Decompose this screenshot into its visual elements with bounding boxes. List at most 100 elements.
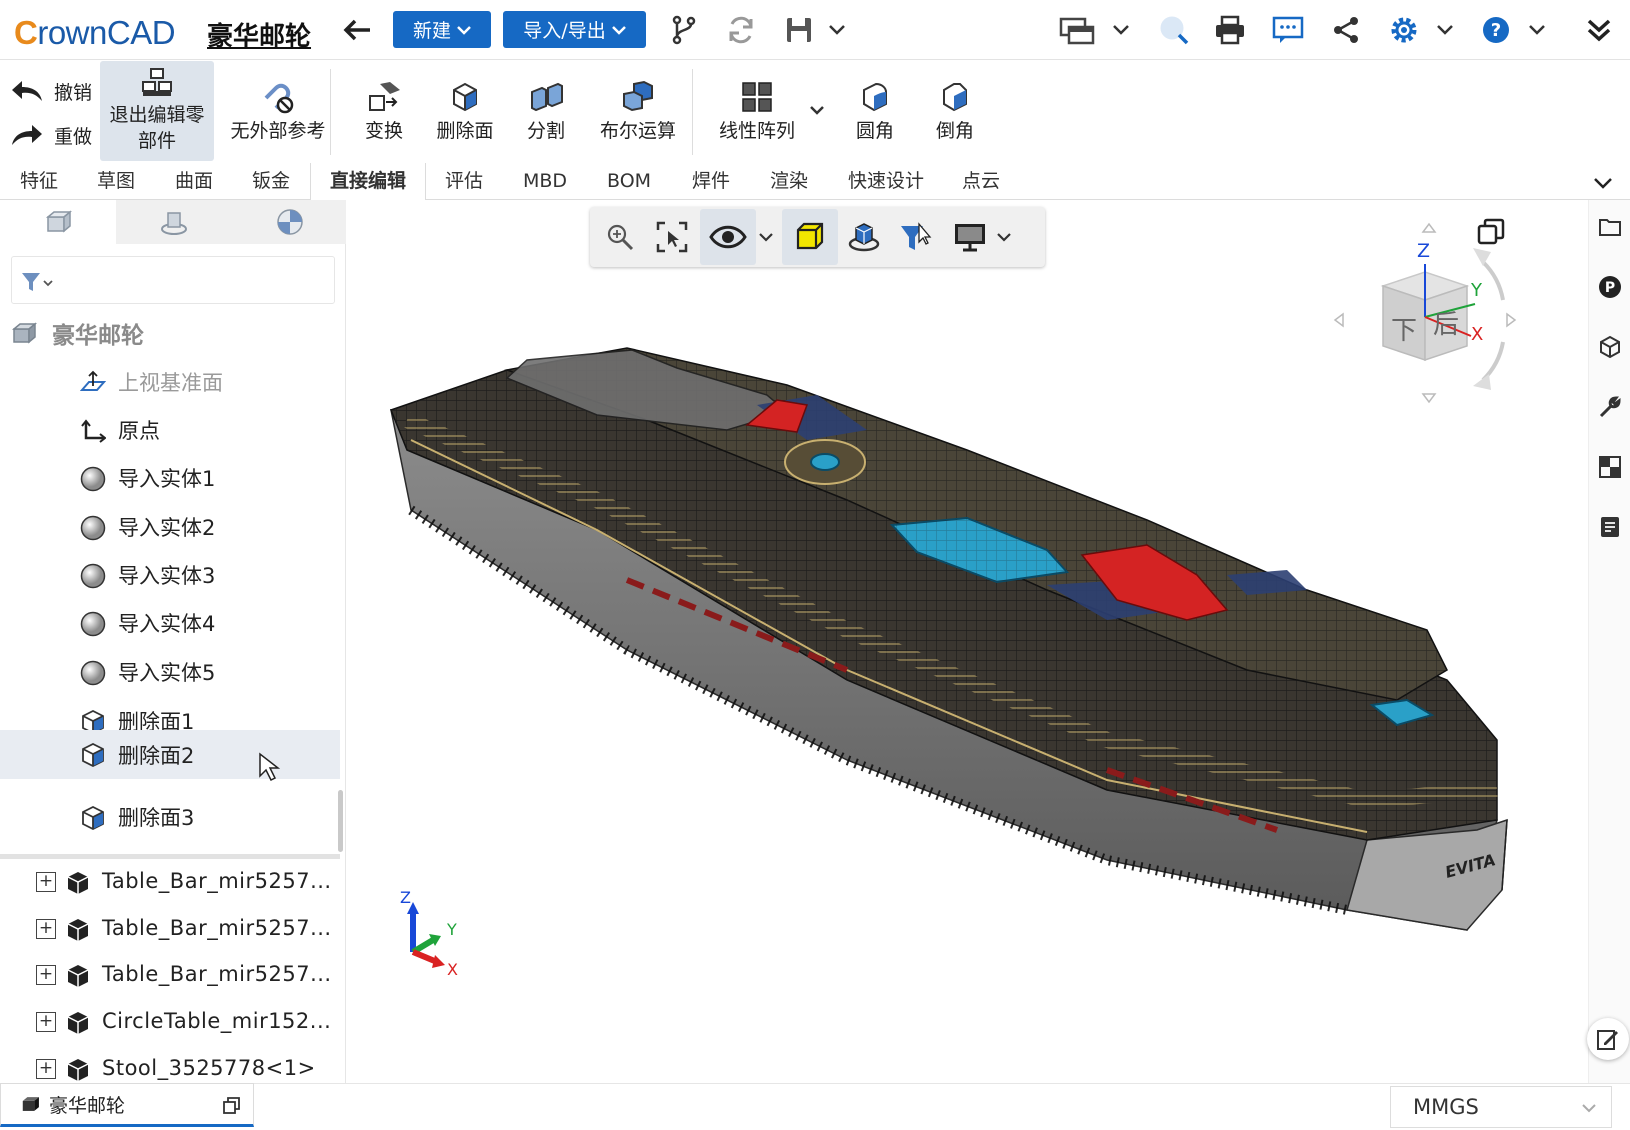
- exit-edit-part-button[interactable]: 退出编辑零部件: [100, 61, 214, 161]
- restore-view-icon[interactable]: [1473, 214, 1509, 250]
- display-visibility-icon[interactable]: [700, 209, 756, 265]
- tree-subpart[interactable]: + Table_Bar_mir5257...: [0, 953, 340, 999]
- document-title[interactable]: 豪华邮轮: [207, 16, 311, 53]
- refresh-icon[interactable]: [724, 14, 758, 46]
- zoom-window-icon[interactable]: [652, 217, 692, 257]
- view-cube[interactable]: Z Y X 下 后: [1333, 222, 1517, 412]
- tree-subpart[interactable]: + Table_Bar_mir5257...: [0, 860, 340, 906]
- redo-button[interactable]: 重做: [10, 117, 102, 153]
- expand-icon[interactable]: +: [36, 919, 56, 939]
- tree-item-origin[interactable]: 原点: [0, 406, 340, 454]
- tree-item-imported-body[interactable]: 导入实体5: [0, 648, 340, 696]
- no-external-reference-button[interactable]: 无外部参考: [222, 61, 334, 163]
- part-icon: [22, 1097, 39, 1111]
- chevron-down-icon[interactable]: [994, 227, 1014, 247]
- tab-appearance[interactable]: [232, 200, 348, 244]
- view-orientation-icon[interactable]: [844, 217, 884, 257]
- tree-item-imported-body[interactable]: 导入实体1: [0, 454, 340, 502]
- expand-icon[interactable]: +: [36, 1059, 56, 1079]
- chevron-down-icon[interactable]: [1110, 18, 1132, 42]
- tab-bom[interactable]: BOM: [607, 163, 651, 200]
- gear-icon[interactable]: [1386, 12, 1422, 48]
- monitor-icon[interactable]: [950, 217, 990, 257]
- component-icon: [67, 919, 89, 941]
- tree-splitter[interactable]: [0, 854, 340, 859]
- tab-quick-design[interactable]: 快速设计: [848, 163, 924, 200]
- chamfer-button[interactable]: 倒角: [930, 61, 980, 163]
- chevron-down-icon[interactable]: [1526, 18, 1548, 42]
- selection-filter-icon[interactable]: [896, 217, 936, 257]
- parameters-icon[interactable]: P: [1595, 272, 1625, 302]
- new-button[interactable]: 新建: [393, 11, 491, 48]
- chevron-down-icon[interactable]: [756, 227, 776, 247]
- undo-button[interactable]: 撤销: [10, 73, 102, 109]
- split-button[interactable]: 分割: [518, 61, 574, 163]
- zoom-icon[interactable]: [600, 217, 640, 257]
- document-tab[interactable]: 豪华邮轮: [0, 1083, 254, 1127]
- import-export-button[interactable]: 导入/导出: [503, 11, 646, 48]
- folder-icon[interactable]: [1595, 212, 1625, 242]
- branch-icon[interactable]: [668, 14, 700, 46]
- expand-icon[interactable]: +: [36, 965, 56, 985]
- tree-item-delete-face-selected[interactable]: 删除面2: [0, 730, 340, 782]
- tab-evaluate[interactable]: 评估: [445, 163, 483, 200]
- save-icon[interactable]: [782, 14, 816, 46]
- expand-icon[interactable]: +: [36, 872, 56, 892]
- tree-subpart[interactable]: + CircleTable_mir152...: [0, 1000, 340, 1046]
- unit-system-select[interactable]: MMGS: [1390, 1086, 1612, 1128]
- boolean-button[interactable]: 布尔运算: [596, 61, 680, 163]
- 3d-viewport[interactable]: EVITA Z Y X Z Y X 下 后: [347, 200, 1587, 1083]
- tree-item-imported-body[interactable]: 导入实体3: [0, 551, 340, 599]
- collapse-ribbon-icon[interactable]: [1580, 12, 1618, 48]
- tab-weldment[interactable]: 焊件: [692, 163, 730, 200]
- tab-render[interactable]: 渲染: [770, 163, 808, 200]
- comment-icon[interactable]: [1270, 12, 1306, 48]
- linear-pattern-button[interactable]: 线性阵列: [714, 61, 800, 163]
- tab-point-cloud[interactable]: 点云: [962, 163, 1000, 200]
- tab-sheet-metal[interactable]: 钣金: [252, 163, 290, 200]
- search-icon[interactable]: [1156, 12, 1192, 48]
- back-arrow-icon[interactable]: [340, 14, 376, 46]
- notes-icon[interactable]: [1595, 512, 1625, 542]
- delete-face-icon: [453, 82, 477, 112]
- delete-face-button[interactable]: 删除面: [432, 61, 498, 163]
- transform-button[interactable]: 变换: [356, 61, 412, 163]
- window-stack-icon[interactable]: [1058, 14, 1096, 48]
- tab-feature-tree[interactable]: [0, 200, 116, 244]
- tab-direct-edit[interactable]: 直接编辑: [310, 163, 427, 201]
- shaded-cube-icon[interactable]: [782, 209, 838, 265]
- undo-icon: [12, 81, 42, 101]
- tree-scrollbar[interactable]: [338, 790, 343, 852]
- edit-note-icon[interactable]: [1587, 1018, 1629, 1060]
- chevron-down-icon[interactable]: [806, 99, 828, 123]
- tab-surface[interactable]: 曲面: [175, 163, 213, 200]
- share-icon[interactable]: [1328, 12, 1364, 48]
- tab-feature[interactable]: 特征: [20, 163, 58, 200]
- tab-mbd[interactable]: MBD: [523, 163, 567, 200]
- tab-sketch[interactable]: 草图: [97, 163, 135, 200]
- filter-icon: [22, 273, 53, 291]
- expand-icon[interactable]: +: [36, 1012, 56, 1032]
- tab-configuration[interactable]: [116, 200, 232, 244]
- chevron-down-icon[interactable]: [1590, 171, 1616, 195]
- view-cube-face-back[interactable]: 后: [1433, 304, 1459, 341]
- tree-item-imported-body[interactable]: 导入实体4: [0, 599, 340, 647]
- help-icon[interactable]: ?: [1478, 12, 1514, 48]
- wrench-icon[interactable]: [1595, 392, 1625, 422]
- restore-window-icon[interactable]: [223, 1096, 241, 1114]
- chevron-down-icon[interactable]: [826, 18, 848, 42]
- tree-item-delete-face[interactable]: 删除面3: [0, 793, 340, 841]
- tree-subpart[interactable]: + Table_Bar_mir5257...: [0, 907, 340, 953]
- tree-item-top-plane[interactable]: 上视基准面: [0, 358, 340, 406]
- tree-root[interactable]: 豪华邮轮: [12, 310, 342, 356]
- tree-filter[interactable]: [11, 256, 335, 304]
- view-cube-face-bottom[interactable]: 下: [1391, 310, 1417, 347]
- fillet-button[interactable]: 圆角: [850, 61, 900, 163]
- print-icon[interactable]: [1212, 12, 1248, 48]
- appearance-checker-icon[interactable]: [1595, 452, 1625, 482]
- tree-item-imported-body[interactable]: 导入实体2: [0, 503, 340, 551]
- part-icon: [12, 322, 38, 344]
- chevron-down-icon[interactable]: [1434, 18, 1456, 42]
- component-icon: [67, 965, 89, 987]
- model-view-icon[interactable]: [1595, 332, 1625, 362]
